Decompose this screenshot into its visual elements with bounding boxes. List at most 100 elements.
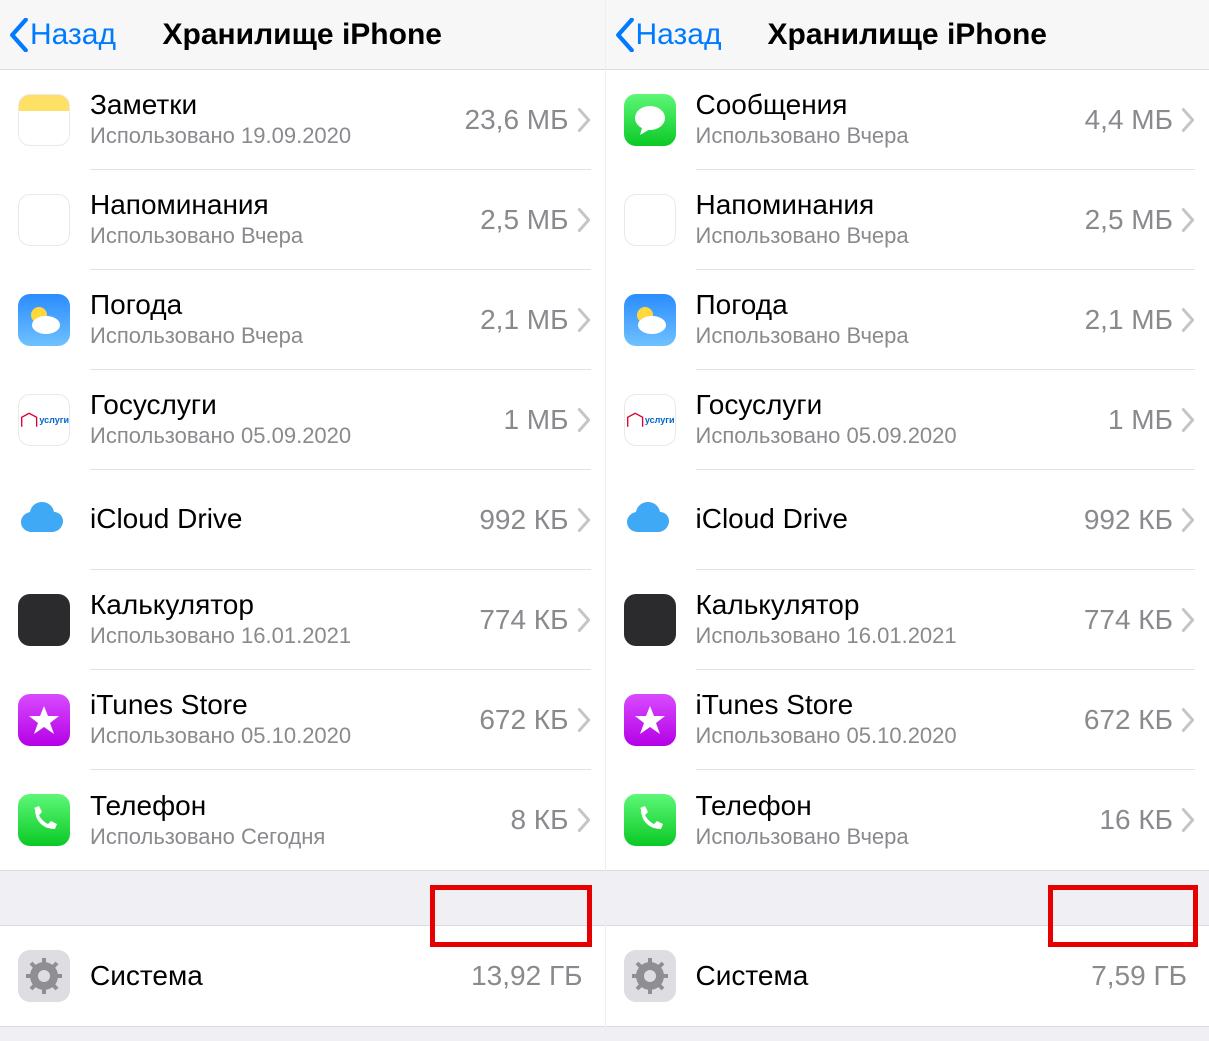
app-row[interactable]: ТелефонИспользовано Вчера 16 КБ — [606, 770, 1209, 870]
app-size: 16 КБ — [1099, 804, 1173, 836]
app-name: Заметки — [90, 89, 465, 121]
app-row[interactable]: НапоминанияИспользовано Вчера 2,5 МБ — [0, 170, 605, 270]
chevron-right-icon — [577, 508, 591, 532]
chevron-right-icon — [577, 208, 591, 232]
app-size: 2,1 МБ — [480, 304, 568, 336]
app-name: Погода — [696, 289, 1085, 321]
back-label: Назад — [636, 18, 722, 52]
notes-icon — [18, 94, 70, 146]
app-size: 992 КБ — [1084, 504, 1173, 536]
app-subtitle: Использовано Вчера — [90, 223, 480, 249]
app-name: Госуслуги — [696, 389, 1108, 421]
app-subtitle: Использовано 05.10.2020 — [696, 723, 1084, 749]
back-label: Назад — [30, 18, 116, 52]
app-size: 672 КБ — [1084, 704, 1173, 736]
bottom-gap — [0, 1026, 605, 1041]
system-row[interactable]: Система 13,92 ГБ — [0, 926, 605, 1026]
chevron-right-icon — [577, 408, 591, 432]
app-name: Телефон — [696, 790, 1100, 822]
app-name: iTunes Store — [696, 689, 1084, 721]
storage-pane-left: Назад Хранилище iPhone ЗаметкиИспользова… — [0, 0, 605, 1041]
app-name: Погода — [90, 289, 480, 321]
chevron-right-icon — [1181, 508, 1195, 532]
nav-header: Назад Хранилище iPhone — [0, 0, 605, 70]
app-row[interactable]: КалькуляторИспользовано 16.01.2021 774 К… — [0, 570, 605, 670]
app-size: 672 КБ — [479, 704, 568, 736]
back-button[interactable]: Назад — [0, 18, 116, 52]
app-row[interactable]: НапоминанияИспользовано Вчера 2,5 МБ — [606, 170, 1209, 270]
app-row[interactable]: iCloud Drive 992 КБ — [606, 470, 1209, 570]
phone-icon — [18, 794, 70, 846]
app-size: 8 КБ — [510, 804, 568, 836]
app-name: Госуслуги — [90, 389, 503, 421]
app-size: 774 КБ — [1084, 604, 1173, 636]
app-subtitle: Использовано Вчера — [90, 323, 480, 349]
app-row[interactable]: КалькуляторИспользовано 16.01.2021 774 К… — [606, 570, 1209, 670]
settings-icon — [624, 950, 676, 1002]
app-row[interactable]: ПогодаИспользовано Вчера 2,1 МБ — [0, 270, 605, 370]
system-label: Система — [90, 960, 471, 992]
storage-pane-right: Назад Хранилище iPhone СообщенияИспользо… — [605, 0, 1209, 1041]
calculator-icon — [18, 594, 70, 646]
back-button[interactable]: Назад — [606, 18, 722, 52]
app-name: Телефон — [90, 790, 510, 822]
app-row[interactable]: ЗаметкиИспользовано 19.09.2020 23,6 МБ — [0, 70, 605, 170]
app-row[interactable]: ТелефонИспользовано Сегодня 8 КБ — [0, 770, 605, 870]
app-row[interactable]: iCloud Drive 992 КБ — [0, 470, 605, 570]
calculator-icon — [624, 594, 676, 646]
app-row[interactable]: услуги ГосуслугиИспользовано 05.09.2020 … — [0, 370, 605, 470]
section-gap — [0, 870, 605, 926]
chevron-right-icon — [1181, 208, 1195, 232]
app-subtitle: Использовано 19.09.2020 — [90, 123, 465, 149]
app-size: 1 МБ — [1108, 404, 1173, 436]
gosuslugi-icon: услуги — [18, 394, 70, 446]
icloud-icon — [18, 494, 70, 546]
weather-icon — [18, 294, 70, 346]
app-size: 2,5 МБ — [480, 204, 568, 236]
chevron-right-icon — [1181, 808, 1195, 832]
chevron-right-icon — [577, 608, 591, 632]
itunes-icon — [18, 694, 70, 746]
app-subtitle: Использовано Вчера — [696, 824, 1100, 850]
app-size: 23,6 МБ — [465, 104, 569, 136]
app-size: 774 КБ — [479, 604, 568, 636]
app-size: 2,5 МБ — [1085, 204, 1173, 236]
app-name: Напоминания — [696, 189, 1085, 221]
app-subtitle: Использовано 05.09.2020 — [90, 423, 503, 449]
nav-header: Назад Хранилище iPhone — [606, 0, 1209, 70]
app-subtitle: Использовано Вчера — [696, 123, 1085, 149]
app-name: Калькулятор — [90, 589, 479, 621]
app-row[interactable]: СообщенияИспользовано Вчера 4,4 МБ — [606, 70, 1209, 170]
app-subtitle: Использовано 05.09.2020 — [696, 423, 1108, 449]
system-label: Система — [696, 960, 1092, 992]
app-row[interactable]: услуги ГосуслугиИспользовано 05.09.2020 … — [606, 370, 1209, 470]
app-row[interactable]: ПогодаИспользовано Вчера 2,1 МБ — [606, 270, 1209, 370]
app-subtitle: Использовано Сегодня — [90, 824, 510, 850]
weather-icon — [624, 294, 676, 346]
system-section: Система 7,59 ГБ — [606, 926, 1209, 1026]
app-row[interactable]: iTunes StoreИспользовано 05.10.2020 672 … — [0, 670, 605, 770]
system-row[interactable]: Система 7,59 ГБ — [606, 926, 1209, 1026]
app-size: 992 КБ — [479, 504, 568, 536]
chevron-right-icon — [1181, 308, 1195, 332]
reminders-icon — [18, 194, 70, 246]
itunes-icon — [624, 694, 676, 746]
phone-icon — [624, 794, 676, 846]
messages-icon — [624, 94, 676, 146]
chevron-right-icon — [1181, 708, 1195, 732]
app-subtitle: Использовано 16.01.2021 — [696, 623, 1084, 649]
app-subtitle: Использовано 16.01.2021 — [90, 623, 479, 649]
settings-icon — [18, 950, 70, 1002]
app-list: СообщенияИспользовано Вчера 4,4 МБ Напом… — [606, 70, 1209, 870]
app-row[interactable]: iTunes StoreИспользовано 05.10.2020 672 … — [606, 670, 1209, 770]
system-section: Система 13,92 ГБ — [0, 926, 605, 1026]
system-size: 13,92 ГБ — [471, 960, 582, 992]
app-name: Калькулятор — [696, 589, 1084, 621]
chevron-left-icon — [8, 18, 30, 52]
section-gap — [606, 870, 1209, 926]
app-name: Сообщения — [696, 89, 1085, 121]
app-size: 4,4 МБ — [1085, 104, 1173, 136]
app-subtitle: Использовано Вчера — [696, 323, 1085, 349]
chevron-right-icon — [577, 108, 591, 132]
icloud-icon — [624, 494, 676, 546]
